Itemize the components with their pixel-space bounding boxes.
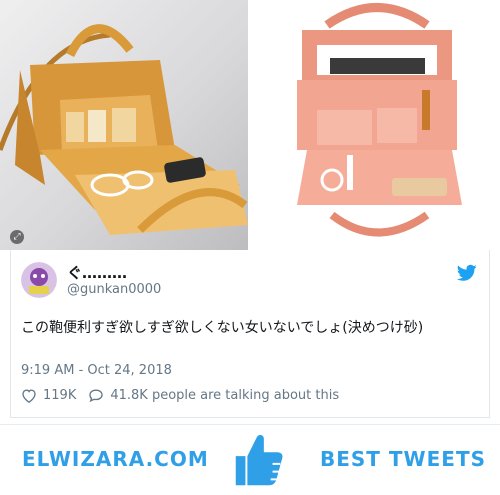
pink-bag-illustration bbox=[297, 3, 462, 237]
mustard-bag-illustration bbox=[0, 24, 248, 235]
tweet-photo-pink-bag[interactable] bbox=[252, 0, 500, 250]
site-name[interactable]: ELWIZARA.COM bbox=[22, 447, 209, 471]
like-count: 119K bbox=[43, 388, 77, 403]
tweet-embed: ⤢ ぐ……… @gunkan0000 この鞄便利すぎ欲しすぎ欲しくない女いないで… bbox=[0, 0, 500, 495]
heart-icon bbox=[22, 389, 36, 403]
tweet-text: この鞄便利すぎ欲しすぎ欲しくない女いないでしょ(決めつけ砂) bbox=[21, 320, 424, 336]
speech-bubble-icon bbox=[89, 389, 104, 403]
avatar[interactable] bbox=[21, 262, 57, 298]
user-handle[interactable]: @gunkan0000 bbox=[67, 282, 161, 297]
tweet-actions: 119K 41.8K people are talking about this bbox=[21, 388, 339, 403]
expand-icon[interactable]: ⤢ bbox=[10, 230, 24, 244]
reply-count: 41.8K people are talking about this bbox=[110, 388, 340, 403]
display-name[interactable]: ぐ……… bbox=[67, 262, 127, 283]
thumbs-up-icon bbox=[235, 435, 283, 486]
tweet-media: ⤢ bbox=[0, 0, 500, 250]
footer-banner: ELWIZARA.COM BEST TWEETS bbox=[0, 424, 500, 495]
tweet-photo-mustard-bag[interactable] bbox=[0, 0, 248, 250]
tweet-card: ぐ……… @gunkan0000 この鞄便利すぎ欲しすぎ欲しくない女いないでしょ… bbox=[10, 250, 490, 418]
like-action[interactable]: 119K bbox=[21, 388, 76, 403]
twitter-bird-icon[interactable] bbox=[457, 264, 477, 282]
reply-action[interactable]: 41.8K people are talking about this bbox=[88, 388, 339, 403]
tweet-timestamp[interactable]: 9:19 AM - Oct 24, 2018 bbox=[21, 363, 172, 378]
avatar-image bbox=[21, 262, 57, 298]
tagline: BEST TWEETS bbox=[320, 447, 486, 471]
